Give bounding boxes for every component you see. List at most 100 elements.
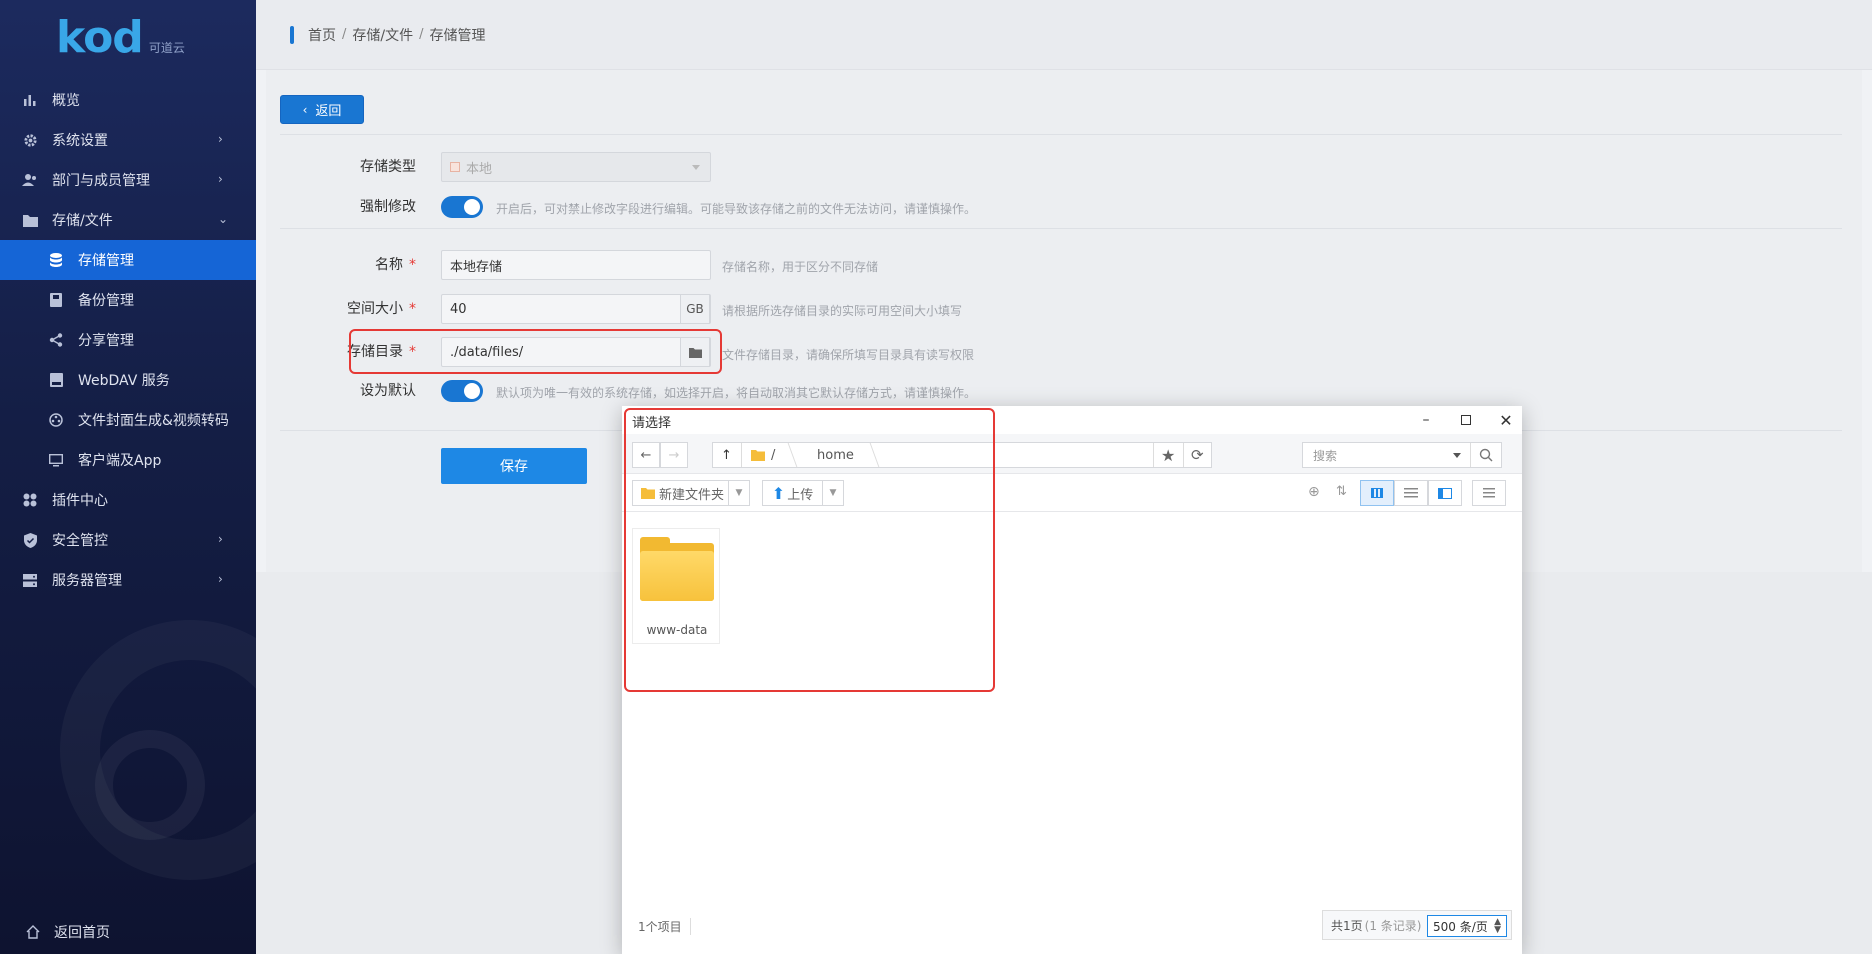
force-edit-toggle[interactable] <box>441 196 483 218</box>
sidebar-item-security[interactable]: 安全管控 › <box>0 520 256 560</box>
arrow-right-icon: → <box>668 447 680 463</box>
upload-icon: ⬆ <box>771 483 786 503</box>
folder-item[interactable]: www-data <box>632 528 720 644</box>
sidebar: kod 可道云 概览 系统设置 › 部门与成员管理 › 存储/文件 ⌄ 存储管理 <box>0 0 256 954</box>
list-view-button[interactable] <box>1394 480 1428 506</box>
chevron-right-icon: › <box>218 132 223 146</box>
sidebar-item-backup[interactable]: 备份管理 <box>0 280 256 320</box>
dir-hint: 文件存储目录，请确保所填写目录具有读写权限 <box>722 348 975 362</box>
nav-forward-button[interactable]: → <box>660 442 688 468</box>
divider <box>280 228 1842 229</box>
folder-icon <box>688 347 702 358</box>
maximize-icon <box>1461 415 1471 425</box>
sidebar-item-webdav[interactable]: WebDAV 服务 <box>0 360 256 400</box>
refresh-icon[interactable]: ⟳ <box>1191 443 1204 467</box>
sidebar-item-storage-files[interactable]: 存储/文件 ⌄ <box>0 200 256 240</box>
sort-icon[interactable]: ⇅ <box>1336 484 1347 499</box>
default-toggle[interactable] <box>441 380 483 402</box>
breadcrumb-separator: / <box>419 27 424 42</box>
folder-picker-dialog: 请选择 – ✕ ← → ↑ / home ★ ⟳ 搜索 新建文件夹 ▼ ⬆ 上传… <box>622 406 1522 954</box>
chevron-down-icon: ⌄ <box>218 212 229 226</box>
divider <box>280 134 1842 135</box>
name-value: 本地存储 <box>450 259 503 275</box>
logo[interactable]: kod 可道云 <box>56 12 185 60</box>
sidebar-item-share[interactable]: 分享管理 <box>0 320 256 360</box>
split-view-icon <box>1438 487 1452 499</box>
folder-icon <box>751 450 765 461</box>
default-label: 设为默认 <box>360 383 416 399</box>
dialog-actions-bar: 新建文件夹 ▼ ⬆ 上传 ▼ ⊕ ⇅ <box>622 474 1522 512</box>
dir-label-text: 存储目录 <box>347 344 403 360</box>
chevron-right-icon: › <box>218 572 223 586</box>
spinner-icon: ▲ ▼ <box>1494 917 1501 935</box>
dialog-toolbar: ← → ↑ / home ★ ⟳ 搜索 <box>622 434 1522 474</box>
per-page-select[interactable]: 500 条/页 ▲ ▼ <box>1427 915 1507 937</box>
star-icon[interactable]: ★ <box>1161 443 1175 467</box>
back-button-label: 返回 <box>315 104 342 119</box>
force-edit-hint: 开启后，可对禁止修改字段进行编辑。可能导致该存储之前的文件无法访问，请谨慎操作。 <box>496 202 977 216</box>
upload-button[interactable]: ⬆ 上传 <box>762 480 822 506</box>
new-folder-dropdown[interactable]: ▼ <box>728 480 750 506</box>
path-divider <box>741 443 742 467</box>
search-icon[interactable] <box>1479 448 1493 465</box>
dir-input[interactable]: ./data/files/ <box>441 337 711 367</box>
sidebar-item-plugins[interactable]: 插件中心 <box>0 480 256 520</box>
breadcrumb-storage-files[interactable]: 存储/文件 <box>352 25 413 45</box>
sidebar-item-label: 文件封面生成&视频转码 <box>78 413 229 429</box>
sidebar-decoration <box>95 730 205 840</box>
sidebar-item-system-settings[interactable]: 系统设置 › <box>0 120 256 160</box>
required-mark: * <box>409 301 416 317</box>
backup-icon <box>48 292 64 308</box>
path-divider <box>1183 443 1184 467</box>
sidebar-item-server[interactable]: 服务器管理 › <box>0 560 256 600</box>
path-bar[interactable]: ↑ / home ★ ⟳ <box>712 442 1212 468</box>
name-label-text: 名称 <box>375 257 403 273</box>
server-icon <box>22 572 38 588</box>
nav-back-button[interactable]: ← <box>632 442 660 468</box>
new-folder-button[interactable]: 新建文件夹 <box>632 480 728 506</box>
sidebar-item-overview[interactable]: 概览 <box>0 80 256 120</box>
sidebar-item-video-transcode[interactable]: 文件封面生成&视频转码 <box>0 400 256 440</box>
sidebar-item-members[interactable]: 部门与成员管理 › <box>0 160 256 200</box>
search-input[interactable]: 搜索 <box>1302 442 1502 468</box>
size-value: 40 <box>450 301 467 317</box>
sidebar-item-client-app[interactable]: 客户端及App <box>0 440 256 480</box>
folder-name: www-data <box>646 623 708 637</box>
save-button[interactable]: 保存 <box>441 448 587 484</box>
dialog-footer: 1个项目 共1页 (1 条记录) 500 条/页 ▲ ▼ <box>622 904 1522 944</box>
folder-browse-button[interactable] <box>680 337 710 367</box>
breadcrumb-home[interactable]: 首页 <box>308 25 336 45</box>
sidebar-item-label: 插件中心 <box>52 493 108 509</box>
minimize-button[interactable]: – <box>1416 410 1436 430</box>
pager-records: (1 条记录) <box>1364 918 1422 933</box>
icon-view-button[interactable] <box>1360 480 1394 506</box>
back-button[interactable]: ‹ 返回 <box>280 95 364 124</box>
zoom-in-icon[interactable]: ⊕ <box>1308 484 1320 500</box>
path-root[interactable]: / <box>751 443 775 467</box>
arrow-up-icon[interactable]: ↑ <box>721 443 732 467</box>
dir-label: 存储目录 * <box>347 341 416 361</box>
chevron-right-icon: › <box>218 172 223 186</box>
sidebar-item-storage-manage[interactable]: 存储管理 <box>0 240 256 280</box>
back-home-label: 返回首页 <box>54 925 110 941</box>
folder-icon-front <box>640 551 714 601</box>
gear-icon <box>22 132 38 148</box>
chevron-left-icon: ‹ <box>302 102 308 117</box>
upload-dropdown[interactable]: ▼ <box>822 480 844 506</box>
name-input[interactable]: 本地存储 <box>441 250 711 280</box>
chevron-down-icon[interactable] <box>1453 453 1461 458</box>
path-separator <box>778 443 798 467</box>
maximize-button[interactable] <box>1456 410 1476 430</box>
sidebar-item-label: 分享管理 <box>78 333 134 349</box>
force-edit-label: 强制修改 <box>360 199 416 215</box>
path-home[interactable]: home <box>817 443 854 467</box>
new-folder-label: 新建文件夹 <box>659 487 725 503</box>
back-home-link[interactable]: 返回首页 <box>0 910 256 954</box>
sidebar-toggle-button[interactable] <box>1472 480 1506 506</box>
size-input[interactable]: 40 GB <box>441 294 711 324</box>
close-button[interactable]: ✕ <box>1496 410 1516 430</box>
pager-total: 共1页 <box>1331 918 1363 933</box>
split-view-button[interactable] <box>1428 480 1462 506</box>
storage-type-select: 本地 <box>441 152 711 182</box>
arrow-left-icon: ← <box>640 447 652 463</box>
